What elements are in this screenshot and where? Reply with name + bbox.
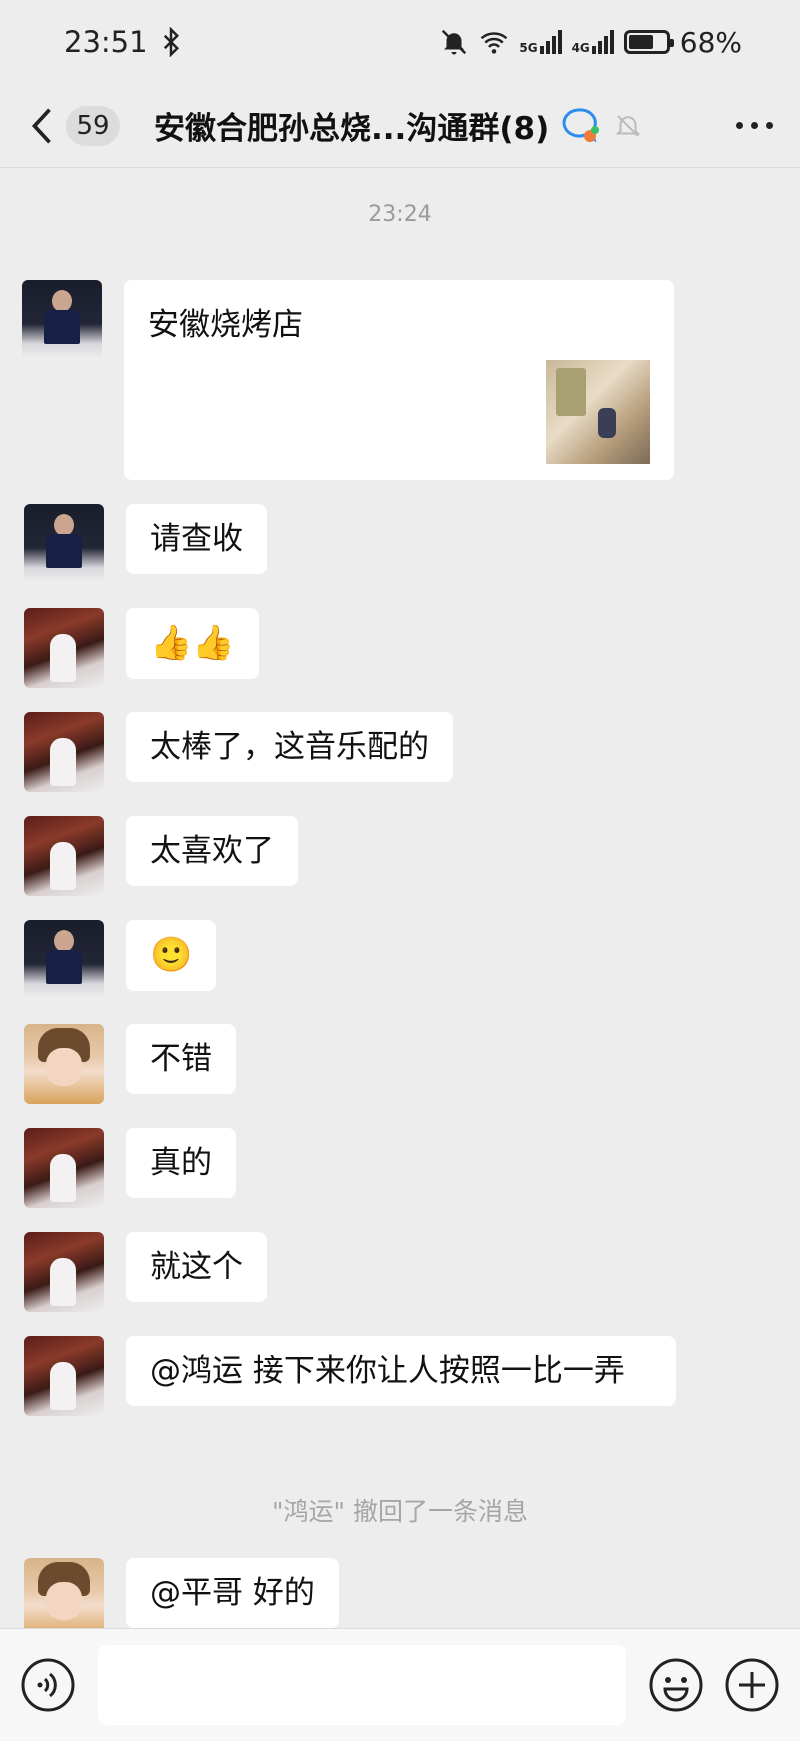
bluetooth-icon	[163, 27, 179, 57]
network-4g-label: 4G	[571, 41, 590, 55]
message-bubble[interactable]: 👍👍	[126, 608, 259, 679]
avatar[interactable]	[24, 1558, 104, 1638]
link-card-title: 安徽烧烤店	[148, 307, 303, 343]
mute-icon	[615, 114, 641, 137]
message-bubble[interactable]: 请查收	[126, 504, 267, 574]
emoji-icon[interactable]	[648, 1657, 704, 1713]
message-bubble[interactable]: 太棒了，这音乐配的	[126, 712, 453, 782]
message-row: 🙂	[24, 920, 217, 1000]
unread-count-badge[interactable]: 59	[66, 105, 120, 146]
status-right: 5G 4G 68%	[439, 26, 742, 59]
chat-title[interactable]: 安徽合肥孙总烧...沟通群(8)	[154, 103, 549, 148]
message-bubble[interactable]: 不错	[126, 1024, 236, 1094]
message-bubble[interactable]: 就这个	[126, 1232, 267, 1302]
wifi-icon	[481, 32, 508, 54]
avatar[interactable]	[24, 920, 104, 1000]
input-bar	[0, 1628, 800, 1741]
more-icon[interactable]	[736, 121, 776, 131]
status-bar: 23:51 5G 4G 68%	[0, 0, 800, 84]
avatar[interactable]	[24, 1336, 104, 1416]
chat-timestamp: 23:24	[368, 202, 432, 227]
avatar[interactable]	[24, 504, 104, 584]
message-row: 太棒了，这音乐配的	[24, 712, 453, 792]
message-row: 太喜欢了	[24, 816, 298, 896]
avatar[interactable]	[24, 1232, 104, 1312]
plus-icon[interactable]	[724, 1657, 780, 1713]
link-card-thumbnail	[546, 360, 650, 464]
back-icon[interactable]	[28, 106, 56, 146]
chat-header: 59 安徽合肥孙总烧...沟通群(8)	[0, 84, 800, 168]
link-card-message[interactable]: 安徽烧烤店	[124, 280, 674, 480]
message-bubble[interactable]: @平哥 好的	[126, 1558, 339, 1628]
message-row: 👍👍	[24, 608, 259, 688]
signal-bars-icon	[591, 30, 614, 54]
message-bubble[interactable]: 🙂	[126, 920, 217, 991]
message-row: 真的	[24, 1128, 236, 1208]
group-chat-icon[interactable]	[559, 106, 601, 146]
thumbs-up-emoji: 👍👍	[150, 623, 235, 663]
status-left: 23:51	[64, 25, 186, 59]
message-bubble[interactable]: @鸿运 接下来你让人按照一比一弄	[126, 1336, 676, 1406]
battery-fill	[628, 35, 654, 49]
avatar[interactable]	[24, 608, 104, 688]
network-5g-label: 5G	[519, 41, 538, 55]
avatar[interactable]	[24, 1128, 104, 1208]
message-row: 安徽烧烤店	[22, 280, 674, 480]
message-row: @鸿运 接下来你让人按照一比一弄	[24, 1336, 676, 1416]
avatar[interactable]	[24, 712, 104, 792]
smile-emoji: 🙂	[150, 935, 193, 975]
voice-icon[interactable]	[20, 1657, 76, 1713]
avatar[interactable]	[24, 1024, 104, 1104]
message-row: 请查收	[24, 504, 267, 584]
avatar[interactable]	[24, 816, 104, 896]
network-5g: 5G	[519, 30, 562, 55]
notifications-muted-icon	[442, 29, 467, 55]
message-input[interactable]	[98, 1645, 626, 1725]
signal-bars-icon	[539, 30, 562, 54]
message-row: 就这个	[24, 1232, 267, 1312]
message-bubble[interactable]: 真的	[126, 1128, 236, 1198]
message-row: 不错	[24, 1024, 236, 1104]
avatar[interactable]	[22, 280, 102, 360]
status-time: 23:51	[64, 25, 148, 59]
recall-notice: "鸿运" 撤回了一条消息	[272, 1497, 528, 1526]
message-bubble[interactable]: 太喜欢了	[126, 816, 298, 886]
network-4g: 4G	[572, 30, 614, 54]
message-row: @平哥 好的	[24, 1558, 339, 1638]
battery-icon	[623, 30, 674, 54]
battery-percent: 68%	[679, 25, 742, 59]
